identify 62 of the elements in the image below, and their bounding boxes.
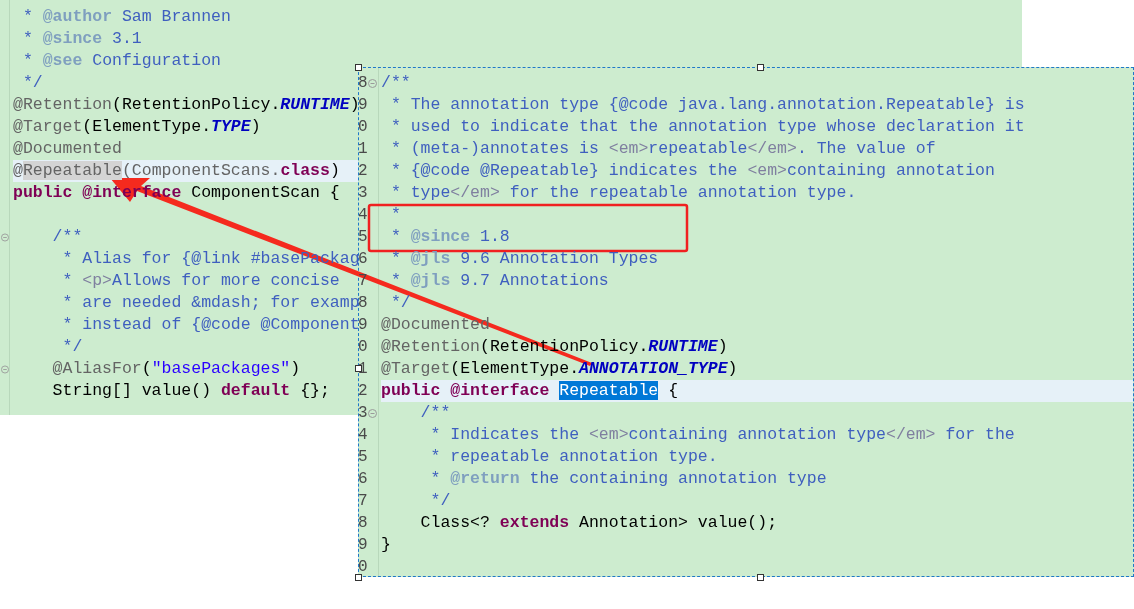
line-number: 5 [359,227,368,248]
line-number: 2 [359,161,368,182]
code-line: @AliasFor("basePackages") [51,358,301,380]
code-line: * @since 1.8 [389,226,510,248]
code-line: String[] value() default {}; [51,380,330,402]
code-line: /** [381,72,411,94]
resize-handle[interactable] [757,64,764,71]
code-line: } [381,534,391,556]
code-line: /** [419,402,451,424]
code-line: */ [389,292,411,314]
code-line: @Repeatable(ComponentScans.class) [13,160,340,182]
code-line: */ [429,490,451,512]
line-number: 6 [359,469,368,490]
line-number: 0 [359,117,368,138]
line-number: 9 [359,95,368,116]
code-line: * instead of {@code @Component [61,314,360,336]
code-line: @Documented [381,314,490,336]
line-number: 8 [359,293,368,314]
line-number: 8 [359,513,368,534]
code-line: * @since 3.1 [21,28,142,50]
code-line: * used to indicate that the annotation type whose declaration it [389,116,1025,138]
code-line: * @author Sam Brannen [21,6,231,28]
code-line: * @jls 9.7 Annotations [389,270,609,292]
code-line: * @jls 9.6 Annotation Types [389,248,659,270]
code-line: * {@code @Repeatable} indicates the <em>containing annotation [389,160,995,182]
line-number: 4 [359,205,368,226]
line-number: 3 [359,183,368,204]
line-number: 9 [359,315,368,336]
resize-handle[interactable] [757,574,764,581]
code-line: * <p>Allows for more concise [61,270,340,292]
line-number: 0 [359,557,368,576]
code-line: * The annotation type {@code java.lang.annotation.Repeatable} is [389,94,1025,116]
code-line: * [389,204,401,226]
code-line: */ [21,72,43,94]
line-number: 7 [359,491,368,512]
line-number: 2 [359,381,368,402]
code-line: * type</em> for the repeatable annotation type. [389,182,857,204]
resize-handle[interactable] [355,574,362,581]
code-line: * @see Configuration [21,50,221,72]
line-number: 8 [359,73,368,94]
code-line: @Retention(RetentionPolicy.RUNTIME) [13,94,360,116]
line-number: 5 [359,447,368,468]
code-line: * @return the containing annotation type [429,468,827,490]
code-line: @Target(ElementType.ANNOTATION_TYPE) [381,358,738,380]
line-number: 3 [359,403,368,424]
line-number: 1 [359,139,368,160]
line-number: 9 [359,535,368,556]
line-number: 1 [359,359,368,380]
code-line: /** [51,226,83,248]
code-line: @Target(ElementType.TYPE) [13,116,261,138]
code-line: @Documented [13,138,122,160]
code-line: * Indicates the <em>containing annotation type</em> for the [429,424,1015,446]
line-number: 4 [359,425,368,446]
code-line: * repeatable annotation type. [429,446,718,468]
code-line: */ [61,336,83,358]
code-line: * are needed &mdash; for examp [61,292,360,314]
line-number: 6 [359,249,368,270]
line-number: 0 [359,337,368,358]
code-line: * (meta-)annotates is <em>repeatable</em>. The value of [389,138,936,160]
code-line: public @interface Repeatable { [381,380,679,402]
code-line: Class<? extends Annotation> value(); [419,512,778,534]
resize-handle[interactable] [355,64,362,71]
